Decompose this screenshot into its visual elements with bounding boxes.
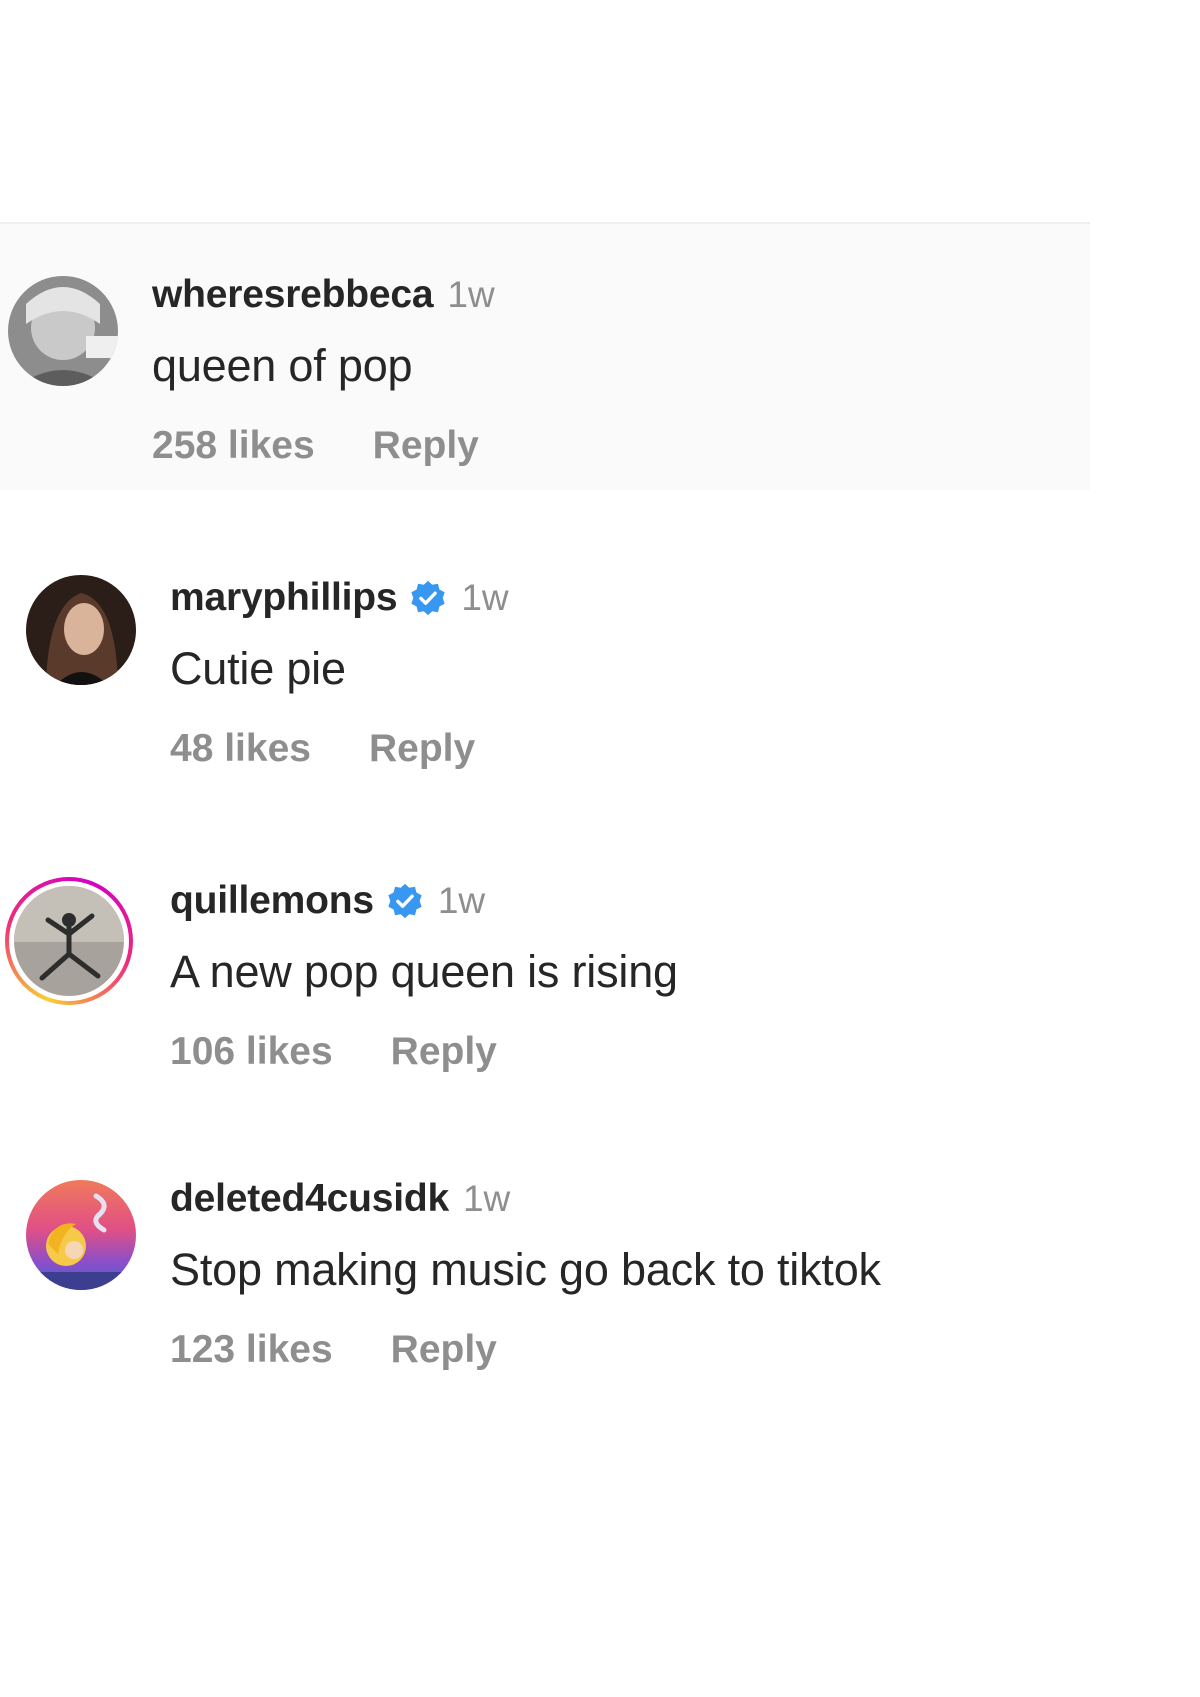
- reply-button[interactable]: Reply: [391, 1328, 497, 1372]
- comment-likes[interactable]: 258 likes: [152, 424, 315, 468]
- avatar[interactable]: [26, 575, 136, 685]
- reply-button[interactable]: Reply: [369, 727, 475, 771]
- verified-badge-icon: [386, 882, 424, 920]
- comment-time: 1w: [437, 880, 486, 921]
- comment-likes[interactable]: 106 likes: [170, 1030, 333, 1074]
- avatar[interactable]: [14, 886, 124, 996]
- comment-text: Cutie pie: [170, 643, 346, 694]
- verified-badge-icon: [409, 579, 447, 617]
- comment-likes[interactable]: 123 likes: [170, 1328, 333, 1372]
- comment-time: 1w: [462, 1178, 511, 1219]
- avatar[interactable]: [8, 276, 118, 386]
- avatar[interactable]: [26, 1180, 136, 1290]
- comment-time: 1w: [447, 274, 495, 315]
- comment-username[interactable]: quillemons: [170, 879, 374, 923]
- comment-text: Stop making music go back to tiktok: [170, 1244, 881, 1295]
- reply-button[interactable]: Reply: [373, 424, 479, 468]
- comment-text: queen of pop: [152, 340, 413, 391]
- comment-likes[interactable]: 48 likes: [170, 727, 311, 771]
- comment-time: 1w: [461, 577, 509, 618]
- reply-button[interactable]: Reply: [391, 1030, 497, 1074]
- comment-username[interactable]: deleted4cusidk: [170, 1177, 449, 1221]
- comment-text: A new pop queen is rising: [170, 946, 678, 997]
- comment-username[interactable]: wheresrebbeca: [152, 273, 434, 317]
- comment-username[interactable]: maryphillips: [170, 576, 398, 620]
